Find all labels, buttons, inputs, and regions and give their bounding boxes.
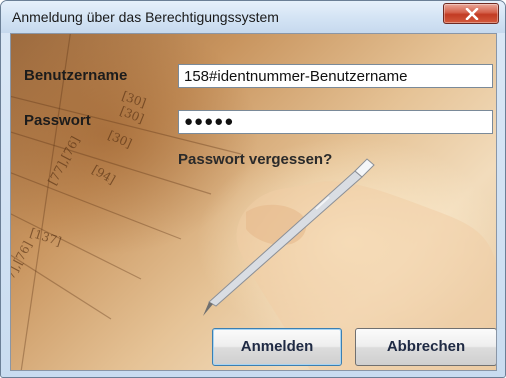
login-dialog: Anmeldung über das Berechtigungssystem [… <box>0 0 506 378</box>
password-input[interactable]: ●●●●● <box>178 110 493 134</box>
close-button[interactable] <box>443 3 499 24</box>
background-mark: [30] <box>106 128 134 151</box>
login-button[interactable]: Anmelden <box>212 328 342 366</box>
dialog-client-area: [30] [30] [30] [94] [77],[76] [137] 7],[… <box>10 33 497 371</box>
background-mark: [77],[76] <box>45 134 82 187</box>
cancel-button[interactable]: Abbrechen <box>355 328 496 366</box>
password-masked-value: ●●●●● <box>184 113 235 130</box>
username-input[interactable]: 158#identnummer-Benutzername <box>178 64 493 88</box>
forgot-password-link[interactable]: Passwort vergessen? <box>178 151 332 168</box>
username-label: Benutzername <box>24 67 128 84</box>
window-title: Anmeldung über das Berechtigungssystem <box>12 9 279 25</box>
close-icon <box>465 8 479 20</box>
background-mark: [94] <box>90 162 118 186</box>
background-mark: 7],[76] <box>11 239 35 282</box>
password-label: Passwort <box>24 112 91 129</box>
title-bar[interactable]: Anmeldung über das Berechtigungssystem <box>1 1 505 33</box>
